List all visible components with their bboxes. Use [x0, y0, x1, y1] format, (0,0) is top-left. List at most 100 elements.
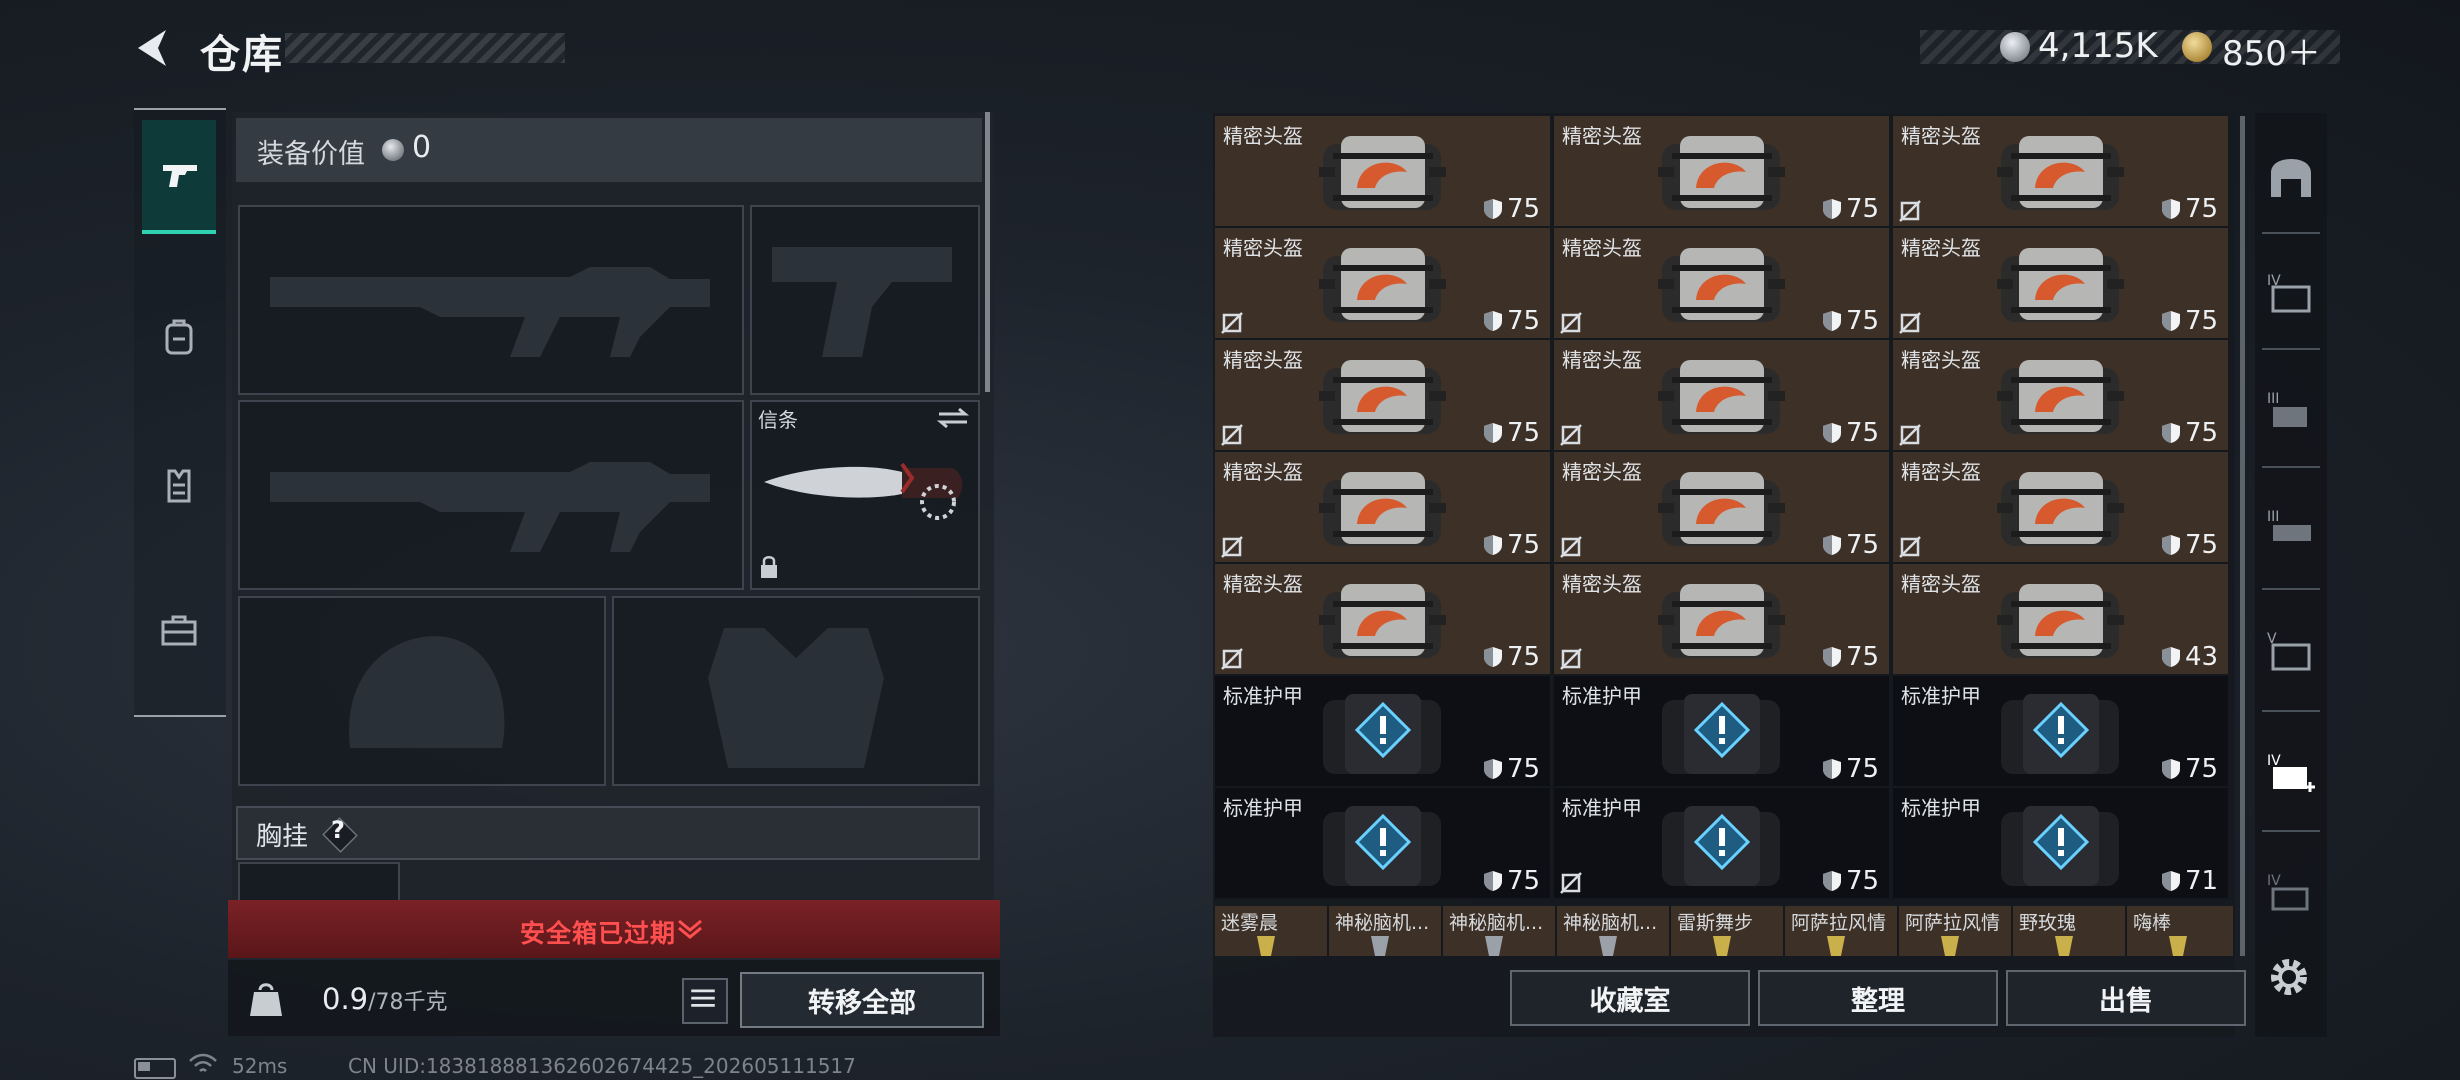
helmet-item-cell[interactable]: 精密头盔 75 — [1215, 452, 1550, 562]
misc-item-name: 神秘脑机... — [1335, 912, 1430, 934]
helmet-bag-icon — [1315, 238, 1450, 330]
armor-item-cell[interactable]: 标准护甲 71 — [1893, 788, 2228, 898]
transfer-all-button[interactable]: 转移全部 — [740, 972, 984, 1028]
drink-icon — [1705, 932, 1739, 956]
armor-item-cell[interactable]: 标准护甲 75 — [1554, 676, 1889, 786]
helmet-item-cell[interactable]: 精密头盔 75 — [1554, 452, 1889, 562]
item-name: 精密头盔 — [1223, 124, 1303, 148]
title-stripe-decoration — [285, 33, 565, 63]
rail-divider — [2262, 710, 2320, 712]
misc-item-cell[interactable]: 雷斯舞步 — [1671, 906, 1785, 956]
item-name: 精密头盔 — [1562, 348, 1642, 372]
armor-item-cell[interactable]: 标准护甲 75 — [1893, 676, 2228, 786]
helmet-bag-icon — [1654, 574, 1789, 666]
shield-icon — [2161, 534, 2181, 556]
shield-icon — [2161, 310, 2181, 332]
helmet-item-cell[interactable]: 精密头盔 75 — [1554, 116, 1889, 226]
misc-item-cell[interactable]: 神秘脑机... — [1443, 906, 1557, 956]
armor-item-cell[interactable]: 标准护甲 75 — [1554, 788, 1889, 898]
item-durability: 75 — [1846, 642, 1880, 672]
helmet-item-cell[interactable]: 精密头盔 75 — [1554, 340, 1889, 450]
helmet-item-cell[interactable]: 精密头盔 75 — [1215, 564, 1550, 674]
primary-weapon-slot[interactable] — [238, 205, 744, 395]
helmet-silhouette-icon — [349, 636, 505, 748]
misc-item-cell[interactable]: 神秘脑机... — [1329, 906, 1443, 956]
helmet-item-cell[interactable]: 精密头盔 75 — [1893, 228, 2228, 338]
filter-iv-a[interactable]: IV — [2255, 238, 2327, 348]
secondary-weapon-slot[interactable] — [238, 400, 744, 590]
no-mod-icon — [1899, 312, 1921, 334]
item-name: 精密头盔 — [1562, 572, 1642, 596]
filter-v[interactable]: V — [2255, 596, 2327, 706]
filter-iv-b[interactable]: IV — [2255, 838, 2327, 948]
body-armor-slot[interactable] — [612, 596, 980, 786]
no-mod-icon — [1899, 200, 1921, 222]
sort-button[interactable]: 整理 — [1758, 970, 1998, 1026]
helmet-bag-icon — [1993, 126, 2128, 218]
shield-icon — [1822, 534, 1842, 556]
misc-item-cell[interactable]: 嗨棒 — [2127, 906, 2233, 956]
tab-toolbox[interactable] — [142, 575, 216, 685]
helmet-slot[interactable] — [238, 596, 606, 786]
drink-icon — [2047, 932, 2081, 956]
filter-iii-b[interactable]: III — [2255, 474, 2327, 584]
armor-bag-icon — [1654, 798, 1789, 890]
pistol-slot[interactable] — [750, 205, 980, 395]
shield-icon — [1822, 758, 1842, 780]
misc-item-cell[interactable]: 神秘脑机... — [1557, 906, 1671, 956]
helmet-item-cell[interactable]: 精密头盔 75 — [1554, 228, 1889, 338]
sell-button[interactable]: 出售 — [2006, 970, 2246, 1026]
rail-divider — [2262, 232, 2320, 234]
item-name: 精密头盔 — [1223, 348, 1303, 372]
helmet-item-cell[interactable]: 精密头盔 75 — [1893, 340, 2228, 450]
helmet-item-cell[interactable]: 精密头盔 75 — [1893, 116, 2228, 226]
chest-rig-slot[interactable] — [238, 862, 400, 904]
armor-item-cell[interactable]: 标准护甲 75 — [1215, 676, 1550, 786]
grid-divider — [1215, 898, 2233, 900]
tab-backpack[interactable] — [142, 282, 216, 392]
filter-all[interactable] — [2255, 124, 2327, 234]
storage-scrollbar[interactable] — [2240, 116, 2245, 956]
helmet-item-cell[interactable]: 精密头盔 43 — [1893, 564, 2228, 674]
gold-amount[interactable]: 850＋ — [2222, 26, 2321, 75]
helmet-item-cell[interactable]: 精密头盔 75 — [1554, 564, 1889, 674]
helmet-bag-icon — [1654, 238, 1789, 330]
item-durability: 75 — [1846, 306, 1880, 336]
armor-bag-icon — [1993, 686, 2128, 778]
misc-item-name: 神秘脑机... — [1449, 912, 1544, 934]
equipment-scrollbar[interactable] — [985, 112, 990, 392]
misc-item-cell[interactable]: 迷雾晨 — [1215, 906, 1329, 956]
gear-icon[interactable] — [2264, 952, 2314, 1002]
helmet-item-cell[interactable]: 精密头盔 75 — [1893, 452, 2228, 562]
shield-icon — [1822, 646, 1842, 668]
helmet-bag-icon — [1993, 462, 2128, 554]
lock-icon — [761, 556, 777, 578]
silver-coin-icon — [382, 139, 404, 161]
back-arrow-icon[interactable] — [132, 26, 172, 70]
svg-text:III: III — [2267, 509, 2279, 525]
collection-room-button[interactable]: 收藏室 — [1510, 970, 1750, 1026]
helmet-item-cell[interactable]: 精密头盔 75 — [1215, 116, 1550, 226]
armor-item-cell[interactable]: 标准护甲 75 — [1215, 788, 1550, 898]
no-mod-icon — [1560, 536, 1582, 558]
list-view-button[interactable] — [682, 978, 728, 1024]
filter-iv-medkit[interactable]: IV — [2255, 718, 2327, 828]
shield-icon — [2161, 870, 2181, 892]
misc-item-cell[interactable]: 阿萨拉风情 — [1899, 906, 2013, 956]
misc-item-cell[interactable]: 阿萨拉风情 — [1785, 906, 1899, 956]
tab-weapon[interactable] — [142, 120, 216, 234]
item-name: 精密头盔 — [1223, 236, 1303, 260]
swap-arrows-icon[interactable] — [935, 406, 971, 430]
helmet-bag-icon — [1315, 462, 1450, 554]
helmet-item-cell[interactable]: 精密头盔 75 — [1215, 228, 1550, 338]
tier-iv-medkit-icon: IV — [2267, 753, 2315, 792]
tab-armor-vest[interactable] — [142, 430, 216, 540]
misc-item-name: 野玫瑰 — [2019, 912, 2077, 934]
tier-iv-box-icon: IV — [2267, 873, 2309, 911]
helmet-item-cell[interactable]: 精密头盔 75 — [1215, 340, 1550, 450]
no-mod-icon — [1899, 424, 1921, 446]
misc-item-cell[interactable]: 野玫瑰 — [2013, 906, 2127, 956]
filter-iii-a[interactable]: III — [2255, 356, 2327, 466]
no-mod-icon — [1221, 648, 1243, 670]
helmet-bag-icon — [1654, 126, 1789, 218]
